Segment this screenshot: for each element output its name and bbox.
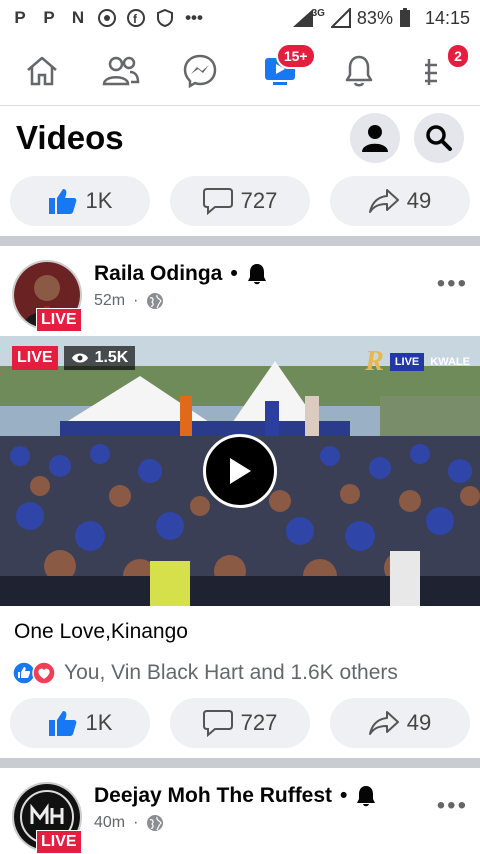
thumbs-up-icon — [48, 711, 76, 736]
menu-badge: 2 — [446, 42, 470, 69]
messenger-icon — [184, 54, 217, 88]
video-player[interactable]: LIVE 1.5K R LIVE KWALE — [0, 336, 480, 606]
dot-separator: • — [230, 262, 238, 285]
tab-menu[interactable]: 2 — [416, 42, 470, 93]
brand-live-badge: LIVE — [389, 353, 425, 371]
reactions-text: You, Vin Black Hart and 1.6K others — [64, 661, 398, 684]
r-logo-icon: R — [365, 346, 384, 377]
share-button[interactable]: 49 — [330, 176, 470, 226]
comment-count: 727 — [240, 188, 278, 213]
share-button[interactable]: 49 — [330, 698, 470, 748]
home-icon — [27, 56, 57, 85]
app-p-icon: P — [14, 8, 26, 27]
comment-icon — [202, 188, 233, 215]
battery-icon — [399, 8, 410, 27]
author-name[interactable]: Raila Odinga — [94, 262, 222, 286]
avatar[interactable]: LIVE — [12, 782, 82, 854]
live-badge: LIVE — [12, 346, 58, 370]
svg-text:f: f — [133, 12, 138, 26]
share-count: 49 — [406, 710, 432, 735]
post-header: LIVE Raila Odinga • 52m · ••• — [0, 246, 480, 336]
bell-filled-icon[interactable] — [246, 262, 268, 286]
top-nav: 15+ 2 — [0, 36, 480, 106]
share-icon — [368, 711, 399, 735]
page-title: Videos — [16, 119, 124, 156]
play-button[interactable] — [203, 434, 277, 508]
tab-friends[interactable] — [99, 49, 143, 93]
signal-empty-icon — [330, 8, 351, 28]
post-action-bar: 1K 727 49 — [0, 694, 480, 754]
more-notifications-icon: ••• — [185, 8, 203, 27]
bell-icon — [345, 55, 372, 86]
post-time: 52m — [94, 292, 126, 309]
avatar[interactable]: LIVE — [12, 260, 82, 332]
dot-separator: · — [133, 814, 139, 831]
live-badge: LIVE — [36, 830, 82, 854]
post-time: 40m — [94, 814, 126, 831]
person-icon — [362, 125, 388, 152]
like-count: 1K — [85, 710, 113, 735]
clock: 14:15 — [424, 7, 470, 28]
post-header: LIVE Deejay Moh The Ruffest • 40m · ••• — [0, 768, 480, 854]
comment-button[interactable]: 727 — [170, 698, 310, 748]
dot-separator: · — [133, 292, 139, 309]
live-badge: LIVE — [36, 308, 82, 332]
thumbs-up-icon — [48, 189, 76, 214]
globe-icon — [147, 815, 164, 831]
section-divider — [0, 236, 480, 246]
tab-watch[interactable]: 15+ — [258, 42, 316, 93]
eye-icon — [71, 353, 88, 363]
post-caption: One Love,Kinango — [14, 620, 188, 643]
brand-location: KWALE — [430, 356, 470, 368]
network-type: 3G — [311, 7, 325, 19]
more-options-icon[interactable]: ••• — [437, 782, 468, 820]
watch-badge: 15+ — [275, 42, 316, 69]
tab-home[interactable] — [20, 49, 64, 93]
comment-icon — [202, 710, 233, 737]
top-action-bar: 1K 727 49 — [0, 170, 480, 232]
like-button[interactable]: 1K — [10, 698, 150, 748]
battery-percent: 83% — [356, 7, 393, 28]
dot-separator: • — [340, 784, 348, 807]
videos-header: Videos — [0, 106, 480, 170]
share-count: 49 — [406, 188, 432, 213]
section-divider — [0, 758, 480, 768]
globe-icon — [147, 293, 164, 309]
chrome-icon — [97, 8, 117, 28]
friends-icon — [102, 56, 140, 85]
tab-messenger[interactable] — [178, 49, 222, 93]
author-name[interactable]: Deejay Moh The Ruffest — [94, 784, 332, 808]
like-count: 1K — [85, 188, 113, 213]
signal-icon — [292, 9, 313, 27]
more-options-icon[interactable]: ••• — [437, 260, 468, 298]
bell-filled-icon[interactable] — [355, 784, 377, 808]
share-icon — [368, 189, 399, 213]
like-button[interactable]: 1K — [10, 176, 150, 226]
comment-count: 727 — [240, 710, 278, 735]
tab-notifications[interactable] — [337, 49, 381, 93]
viewer-count: 1.5K — [63, 346, 136, 370]
play-icon — [230, 458, 251, 484]
search-button[interactable] — [414, 113, 464, 163]
app-n-icon: N — [71, 8, 85, 27]
broadcaster-logo: R LIVE KWALE — [365, 346, 470, 378]
reactions-summary[interactable]: You, Vin Black Hart and 1.6K others — [0, 652, 480, 694]
live-indicator: LIVE 1.5K — [12, 346, 136, 370]
app-p-icon: P — [43, 8, 55, 27]
status-bar: P P N f ••• 3G 83% 14:15 — [0, 0, 480, 36]
facebook-icon: f — [126, 8, 146, 28]
profile-button[interactable] — [350, 113, 400, 163]
shield-icon — [155, 8, 175, 28]
love-reaction-icon — [32, 661, 56, 685]
comment-button[interactable]: 727 — [170, 176, 310, 226]
search-icon — [426, 125, 452, 151]
viewer-count-value: 1.5K — [94, 349, 129, 366]
